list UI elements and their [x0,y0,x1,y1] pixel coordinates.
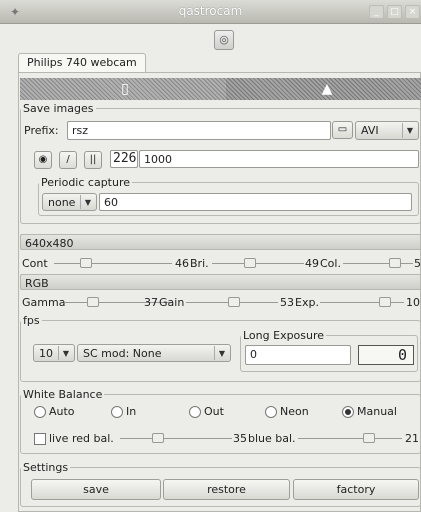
blue-balance-value: 21 [405,432,419,445]
periodic-mode-select[interactable]: none ▼ [42,193,97,211]
long-exposure-lcd: 0 [358,345,414,365]
radio-auto[interactable] [34,406,46,418]
chevron-down-icon: ▼ [402,123,417,138]
radio-manual[interactable] [342,406,354,418]
exp-slider[interactable] [379,297,392,307]
live-label: live [49,432,69,445]
frame-count-field[interactable]: 1000 [139,150,419,168]
gain-label: Gain [159,296,185,309]
maximize-icon[interactable]: □ [387,5,402,19]
bri-value: 49 [305,257,319,270]
cont-slider-track [54,263,172,264]
save-button[interactable]: save [31,479,161,500]
factory-button[interactable]: factory [293,479,419,500]
gamma-label: Gamma [22,296,66,309]
radio-out-label: Out [204,405,224,418]
exp-slider-track [320,302,404,303]
format-value: AVI [361,124,379,137]
settings-legend: Settings [23,461,69,474]
bri-slider[interactable] [244,258,257,268]
cont-label: Cont [22,257,48,270]
periodic-capture-legend: Periodic capture [41,176,131,189]
document-icon: ▯ [121,81,129,97]
pause-icon[interactable]: || [84,151,102,169]
telescope-icon: ▲ [321,81,333,97]
long-exposure-field[interactable]: 0 [245,345,351,365]
palette-select[interactable]: RGB [20,274,421,290]
restore-button[interactable]: restore [163,479,290,500]
brush-icon[interactable]: / [59,151,77,169]
gain-value: 53 [280,296,294,309]
save-images-legend: Save images [23,102,94,115]
resolution-value: 640x480 [25,237,74,250]
minimize-icon[interactable]: _ [369,5,384,19]
fps-legend: fps [23,314,40,327]
red-balance-slider[interactable] [152,433,164,443]
chevron-down-icon: ▼ [80,195,95,209]
palette-value: RGB [25,277,49,290]
col-value: 5 [414,257,421,270]
radio-neon-label: Neon [280,405,309,418]
radio-out[interactable] [189,406,201,418]
live-checkbox[interactable] [34,433,46,445]
red-balance-label: red bal. [72,432,114,445]
cont-slider[interactable] [79,258,92,268]
col-slider[interactable] [389,258,401,268]
col-label: Col. [320,257,341,270]
sc-mode-value: SC mod: None [83,347,162,360]
prefix-label: Prefix: [24,124,59,137]
radio-auto-label: Auto [49,405,75,418]
window-title: qastrocam [178,4,243,18]
cont-value: 46 [175,257,189,270]
prefix-field[interactable]: rsz [67,121,331,140]
radio-in-label: In [126,405,137,418]
exp-label: Exp. [295,296,319,309]
bri-label: Bri. [190,257,209,270]
radio-manual-label: Manual [357,405,397,418]
frame-counter: 226 [110,150,138,168]
long-exposure-legend: Long Exposure [243,329,325,342]
col-slider-track [343,263,413,264]
camera-icon[interactable]: ◉ [34,151,52,169]
gamma-slider[interactable] [87,297,100,307]
gain-slider[interactable] [227,297,240,307]
gamma-value: 37 [144,296,158,309]
periodic-mode-value: none [48,196,76,209]
bri-slider-track [212,263,304,264]
white-balance-legend: White Balance [23,388,103,401]
blue-balance-track [298,438,402,439]
fps-value: 10 [39,347,53,360]
tab-philips-740-webcam[interactable]: Philips 740 webcam [18,53,146,72]
red-balance-value: 35 [233,432,247,445]
red-balance-track [120,438,232,439]
exp-value: 10 [406,296,420,309]
tab-label: Philips 740 webcam [27,56,137,69]
periodic-value-field[interactable]: 60 [99,193,412,211]
radio-in[interactable] [111,406,123,418]
fps-select[interactable]: 10 ▼ [33,344,75,362]
radio-neon[interactable] [265,406,277,418]
resolution-select[interactable]: 640x480 [20,234,421,250]
folder-icon[interactable]: ▭ [332,121,353,139]
power-icon: ◎ [219,33,229,46]
sc-mode-select[interactable]: SC mod: None ▼ [77,344,231,362]
blue-balance-label: blue bal. [248,432,296,445]
chevron-down-icon: ▼ [214,346,229,360]
close-icon[interactable]: × [405,5,420,19]
power-button[interactable]: ◎ [214,30,234,50]
format-select[interactable]: AVI ▼ [355,121,419,140]
blue-balance-slider[interactable] [363,433,375,443]
chevron-down-icon: ▼ [58,346,73,360]
